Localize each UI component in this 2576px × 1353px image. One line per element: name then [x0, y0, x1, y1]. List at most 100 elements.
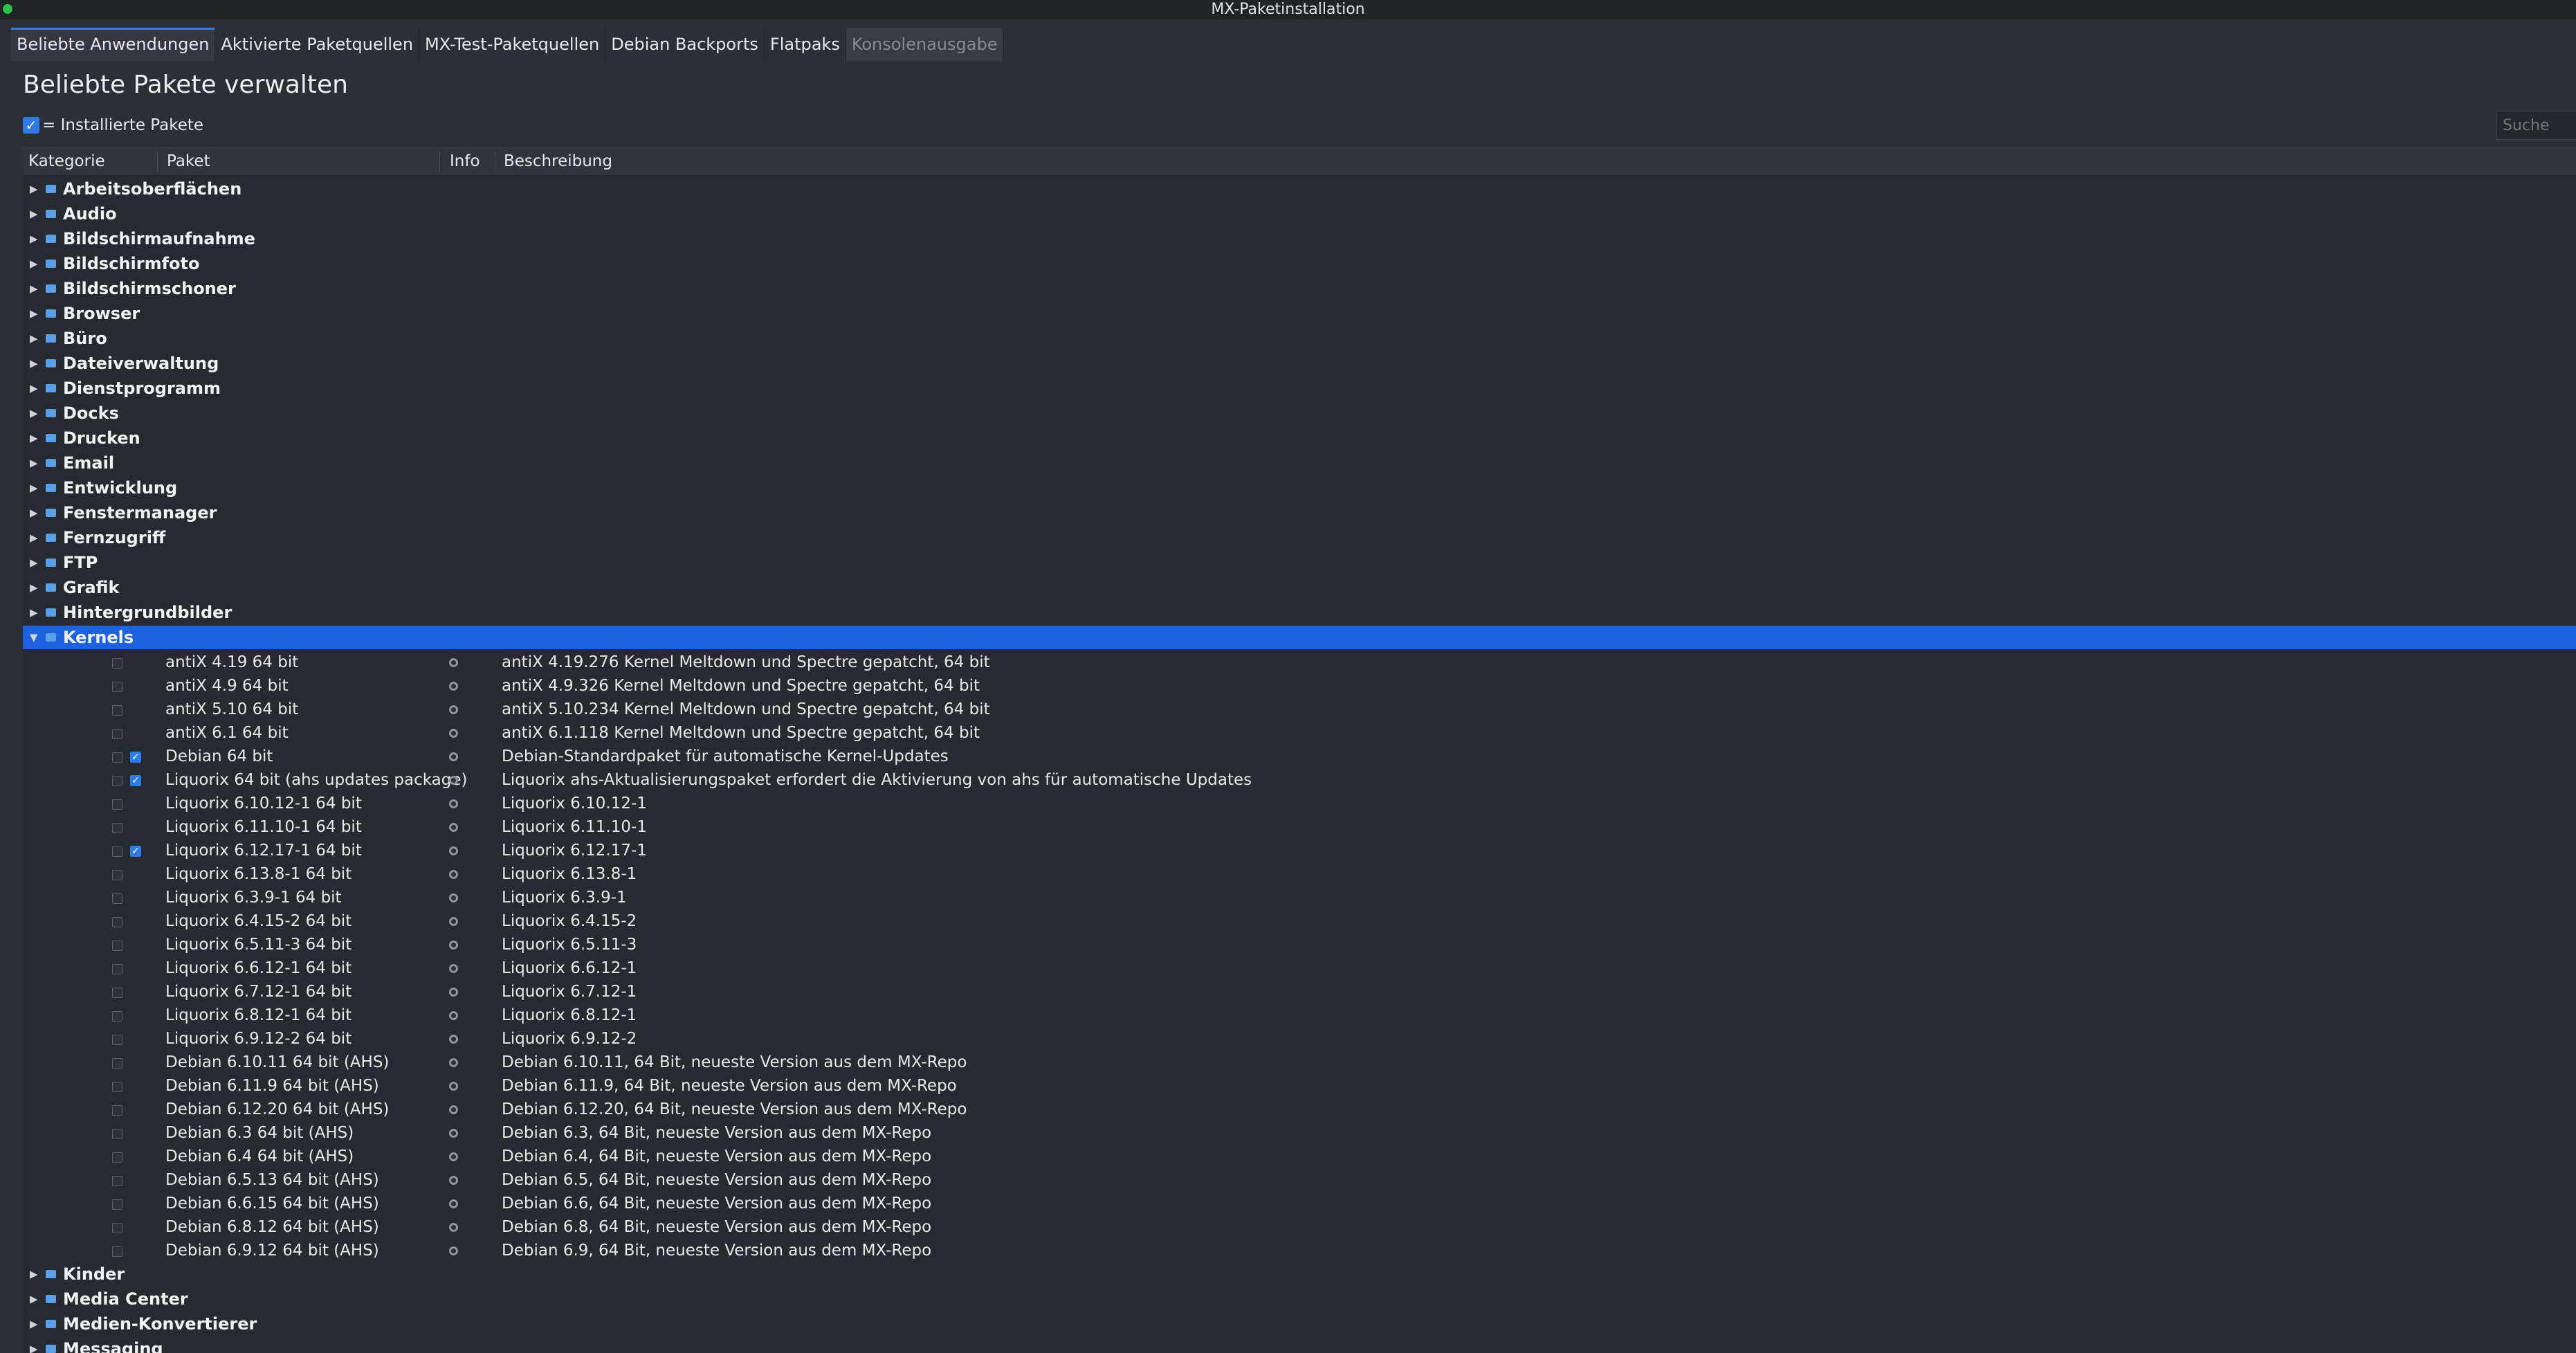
package-checkbox[interactable]	[112, 1058, 122, 1069]
info-icon[interactable]	[449, 729, 458, 738]
category-row[interactable]: ▶ Hintergrundbilder	[23, 601, 2576, 624]
triangle-right-icon[interactable]: ▶	[30, 401, 38, 425]
package-row[interactable]: Liquorix 6.13.8-1 64 bit Liquorix 6.13.8-…	[23, 862, 2576, 886]
package-row[interactable]: antiX 5.10 64 bit antiX 5.10.234 Kernel M…	[23, 698, 2576, 721]
package-checkbox[interactable]	[112, 893, 122, 904]
package-row[interactable]: Debian 6.4 64 bit (AHS) Debian 6.4, 64 Bi…	[23, 1145, 2576, 1168]
package-checkbox[interactable]	[112, 682, 122, 692]
package-checkbox[interactable]	[112, 752, 122, 763]
package-row[interactable]: Liquorix 6.11.10-1 64 bit Liquorix 6.11.1…	[23, 815, 2576, 839]
package-row[interactable]: Liquorix 6.7.12-1 64 bit Liquorix 6.7.12-…	[23, 980, 2576, 1004]
title-bar[interactable]: MX-Paketinstallation	[0, 0, 2576, 19]
package-row[interactable]: antiX 6.1 64 bit antiX 6.1.118 Kernel Mel…	[23, 721, 2576, 745]
package-tree[interactable]: Kategorie Paket Info Beschreibung ▶ Arbei…	[23, 147, 2576, 1353]
category-row[interactable]: ▶ Audio	[23, 202, 2576, 226]
column-divider[interactable]	[157, 151, 158, 172]
info-icon[interactable]	[449, 823, 458, 832]
triangle-right-icon[interactable]: ▶	[30, 1312, 38, 1336]
package-row[interactable]: antiX 4.19 64 bit antiX 4.19.276 Kernel M…	[23, 651, 2576, 674]
info-icon[interactable]	[449, 870, 458, 879]
triangle-right-icon[interactable]: ▶	[30, 576, 38, 599]
info-icon[interactable]	[449, 846, 458, 855]
category-row[interactable]: ▶ Media Center	[23, 1287, 2576, 1311]
info-icon[interactable]	[449, 1105, 458, 1114]
triangle-right-icon[interactable]: ▶	[30, 551, 38, 574]
info-icon[interactable]	[449, 1082, 458, 1091]
info-icon[interactable]	[449, 988, 458, 997]
category-row[interactable]: ▶ Messaging	[23, 1337, 2576, 1353]
column-divider[interactable]	[439, 151, 440, 172]
package-checkbox[interactable]	[112, 917, 122, 927]
info-icon[interactable]	[449, 799, 458, 808]
category-row[interactable]: ▶ Grafik	[23, 576, 2576, 599]
category-row[interactable]: ▶ Docks	[23, 401, 2576, 425]
package-checkbox[interactable]	[112, 1223, 122, 1233]
category-row[interactable]: ▶ Büro	[23, 327, 2576, 350]
category-row[interactable]: ▶ Bildschirmschoner	[23, 277, 2576, 300]
info-icon[interactable]	[449, 1223, 458, 1232]
triangle-right-icon[interactable]: ▶	[30, 451, 38, 475]
package-row[interactable]: Debian 6.9.12 64 bit (AHS) Debian 6.9, 64…	[23, 1239, 2576, 1262]
package-checkbox[interactable]	[112, 823, 122, 833]
package-row[interactable]: Liquorix 6.4.15-2 64 bit Liquorix 6.4.15-…	[23, 909, 2576, 933]
package-checkbox[interactable]	[112, 799, 122, 810]
category-row[interactable]: ▶ FTP	[23, 551, 2576, 574]
search-input[interactable]	[2496, 111, 2576, 140]
package-row[interactable]: Liquorix 6.8.12-1 64 bit Liquorix 6.8.12-…	[23, 1004, 2576, 1027]
category-row[interactable]: ▶ Dienstprogramm	[23, 376, 2576, 400]
package-checkbox[interactable]	[112, 776, 122, 786]
info-icon[interactable]	[449, 1199, 458, 1208]
info-icon[interactable]	[449, 964, 458, 973]
triangle-right-icon[interactable]: ▶	[30, 601, 38, 624]
triangle-right-icon[interactable]: ▶	[30, 227, 38, 251]
triangle-right-icon[interactable]: ▶	[30, 501, 38, 525]
category-row[interactable]: ▶ Dateiverwaltung	[23, 352, 2576, 375]
triangle-right-icon[interactable]: ▶	[30, 476, 38, 500]
package-checkbox[interactable]	[112, 705, 122, 716]
package-checkbox[interactable]	[112, 964, 122, 974]
info-icon[interactable]	[449, 705, 458, 714]
info-icon[interactable]	[449, 941, 458, 950]
package-row[interactable]: Liquorix 6.10.12-1 64 bit Liquorix 6.10.1…	[23, 792, 2576, 815]
category-row[interactable]: ▶ Drucken	[23, 426, 2576, 450]
info-icon[interactable]	[449, 1035, 458, 1044]
triangle-right-icon[interactable]: ▶	[30, 327, 38, 350]
package-row[interactable]: Debian 6.8.12 64 bit (AHS) Debian 6.8, 64…	[23, 1215, 2576, 1239]
package-checkbox[interactable]	[112, 846, 122, 857]
info-icon[interactable]	[449, 776, 458, 785]
info-icon[interactable]	[449, 1058, 458, 1067]
package-row[interactable]: Debian 6.3 64 bit (AHS) Debian 6.3, 64 Bi…	[23, 1121, 2576, 1145]
package-checkbox[interactable]	[112, 1129, 122, 1139]
triangle-right-icon[interactable]: ▶	[30, 277, 38, 300]
triangle-right-icon[interactable]: ▶	[30, 302, 38, 325]
package-row[interactable]: ✓ Liquorix 64 bit (ahs updates package) Li…	[23, 768, 2576, 792]
category-row[interactable]: ▶ Medien-Konvertierer	[23, 1312, 2576, 1336]
category-row[interactable]: ▶ Bildschirmaufnahme	[23, 227, 2576, 251]
category-row[interactable]: ▶ Browser	[23, 302, 2576, 325]
package-row[interactable]: Debian 6.12.20 64 bit (AHS) Debian 6.12.2…	[23, 1098, 2576, 1121]
tab-debian-backports[interactable]: Debian Backports	[605, 28, 765, 61]
package-row[interactable]: Debian 6.6.15 64 bit (AHS) Debian 6.6, 64…	[23, 1192, 2576, 1215]
package-row[interactable]: Debian 6.11.9 64 bit (AHS) Debian 6.11.9,…	[23, 1074, 2576, 1098]
info-icon[interactable]	[449, 1176, 458, 1185]
triangle-right-icon[interactable]: ▶	[30, 1262, 38, 1286]
package-checkbox[interactable]	[112, 1011, 122, 1021]
column-header-info[interactable]: Info	[450, 147, 480, 176]
package-row[interactable]: Liquorix 6.6.12-1 64 bit Liquorix 6.6.12-…	[23, 956, 2576, 980]
tab-flatpaks[interactable]: Flatpaks	[764, 28, 846, 61]
package-row[interactable]: Debian 6.5.13 64 bit (AHS) Debian 6.5, 64…	[23, 1168, 2576, 1192]
package-checkbox[interactable]	[112, 988, 122, 998]
package-checkbox[interactable]	[112, 1082, 122, 1092]
info-icon[interactable]	[449, 682, 458, 691]
triangle-right-icon[interactable]: ▶	[30, 202, 38, 226]
package-row[interactable]: Liquorix 6.5.11-3 64 bit Liquorix 6.5.11-…	[23, 933, 2576, 956]
package-checkbox[interactable]	[112, 1152, 122, 1163]
package-checkbox[interactable]	[112, 729, 122, 739]
triangle-right-icon[interactable]: ▶	[30, 252, 38, 275]
package-row[interactable]: Liquorix 6.3.9-1 64 bit Liquorix 6.3.9-1	[23, 886, 2576, 909]
info-icon[interactable]	[449, 917, 458, 926]
triangle-right-icon[interactable]: ▶	[30, 1287, 38, 1311]
triangle-right-icon[interactable]: ▶	[30, 376, 38, 400]
column-header-kategorie[interactable]: Kategorie	[28, 147, 105, 176]
tab-aktivierte-paketquellen[interactable]: Aktivierte Paketquellen	[215, 28, 420, 61]
